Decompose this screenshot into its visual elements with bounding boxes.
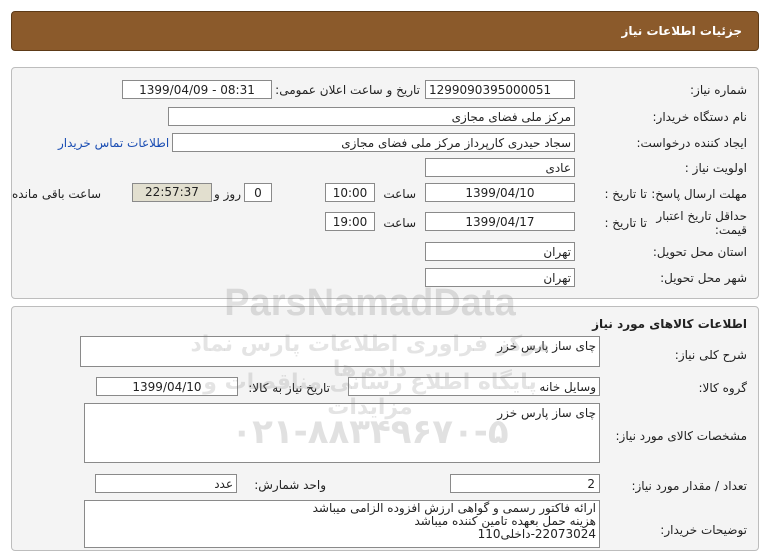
page-header: جزئیات اطلاعات نیاز: [11, 11, 759, 51]
goods-section-title: اطلاعات کالاهای مورد نیاز: [592, 317, 747, 331]
province-value: تهران: [543, 245, 571, 259]
min-validity-label-line2: قیمت:: [714, 223, 747, 237]
spec-field[interactable]: چای ساز پارس خزر: [84, 403, 600, 463]
city-value: تهران: [543, 271, 571, 285]
quantity-value: 2: [587, 477, 595, 491]
buyer-org-label: نام دستگاه خریدار:: [652, 110, 748, 124]
buyer-org-value: مرکز ملی فضای مجازی: [451, 110, 571, 124]
deadline-time-label: ساعت: [383, 187, 416, 201]
spec-value: چای ساز پارس خزر: [497, 406, 596, 420]
priority-value: عادی: [545, 161, 571, 175]
goods-group-field[interactable]: وسایل خانه: [348, 377, 600, 396]
deadline-time-field[interactable]: 10:00: [325, 183, 375, 202]
need-info-panel: [11, 67, 759, 299]
announce-datetime-field[interactable]: 1399/04/09 - 08:31: [122, 80, 272, 99]
quantity-label: تعداد / مقدار مورد نیاز:: [631, 479, 747, 493]
need-date-value: 1399/04/10: [132, 380, 202, 394]
province-field[interactable]: تهران: [425, 242, 575, 261]
buyer-org-field[interactable]: مرکز ملی فضای مجازی: [168, 107, 575, 126]
unit-value: عدد: [214, 477, 233, 491]
validity-date-value: 1399/04/17: [465, 215, 535, 229]
summary-field[interactable]: چای ساز پارس خزر: [80, 336, 600, 367]
days-remaining-field[interactable]: 0: [244, 183, 272, 202]
buyer-notes-line3: 22073024-داخلی110: [477, 527, 596, 541]
deadline-time-value: 10:00: [332, 186, 368, 200]
quantity-field[interactable]: 2: [450, 474, 600, 493]
validity-time-value: 19:00: [332, 215, 368, 229]
spec-label: مشخصات کالای مورد نیاز:: [615, 429, 747, 443]
validity-time-field[interactable]: 19:00: [325, 212, 375, 231]
unit-field[interactable]: عدد: [95, 474, 237, 493]
validity-time-label: ساعت: [383, 216, 416, 230]
priority-label: اولویت نیاز :: [684, 161, 747, 175]
goods-group-label: گروه کالا:: [698, 381, 748, 395]
deadline-date-field[interactable]: 1399/04/10: [425, 183, 575, 202]
validity-date-field[interactable]: 1399/04/17: [425, 212, 575, 231]
city-label: شهر محل تحویل:: [660, 271, 747, 285]
remaining-label: ساعت باقی مانده: [12, 187, 102, 201]
buyer-notes-field[interactable]: ارائه فاکتور رسمی و گواهی ارزش افزوده ال…: [84, 500, 600, 548]
deadline-to-date-label: تا تاریخ :: [604, 187, 647, 201]
page-title: جزئیات اطلاعات نیاز: [621, 24, 742, 38]
buyer-notes-label: توضیحات خریدار:: [660, 523, 747, 537]
need-date-field[interactable]: 1399/04/10: [96, 377, 238, 396]
need-number-field[interactable]: 1299090395000051: [425, 80, 575, 99]
buyer-contact-link[interactable]: اطلاعات تماس خریدار: [58, 136, 169, 150]
goods-group-value: وسایل خانه: [539, 380, 596, 394]
announce-label: تاریخ و ساعت اعلان عمومی:: [275, 83, 420, 97]
requester-field[interactable]: سجاد حیدری کارپرداز مرکز ملی فضای مجازی: [172, 133, 575, 152]
remaining-time-value: 22:57:37: [145, 185, 199, 199]
need-number-label: شماره نیاز:: [690, 83, 747, 97]
need-date-label: تاریخ نیاز به کالا:: [248, 381, 330, 395]
requester-value: سجاد حیدری کارپرداز مرکز ملی فضای مجازی: [341, 136, 571, 150]
city-field[interactable]: تهران: [425, 268, 575, 287]
validity-to-date-label: تا تاریخ :: [604, 216, 647, 230]
requester-label: ایجاد کننده درخواست:: [636, 136, 747, 150]
remaining-time-field: 22:57:37: [132, 183, 212, 202]
deadline-date-value: 1399/04/10: [465, 186, 535, 200]
days-remaining-value: 0: [254, 186, 262, 200]
min-validity-label-line1: حداقل تاریخ اعتبار: [656, 209, 747, 223]
summary-label: شرح کلی نیاز:: [674, 348, 747, 362]
priority-field[interactable]: عادی: [425, 158, 575, 177]
need-number-value: 1299090395000051: [429, 83, 552, 97]
summary-value: چای ساز پارس خزر: [497, 339, 596, 353]
announce-datetime-value: 1399/04/09 - 08:31: [139, 83, 255, 97]
deadline-label: مهلت ارسال پاسخ:: [651, 187, 747, 201]
days-label: روز و: [214, 187, 241, 201]
province-label: استان محل تحویل:: [652, 245, 747, 259]
unit-label: واحد شمارش:: [254, 478, 326, 492]
